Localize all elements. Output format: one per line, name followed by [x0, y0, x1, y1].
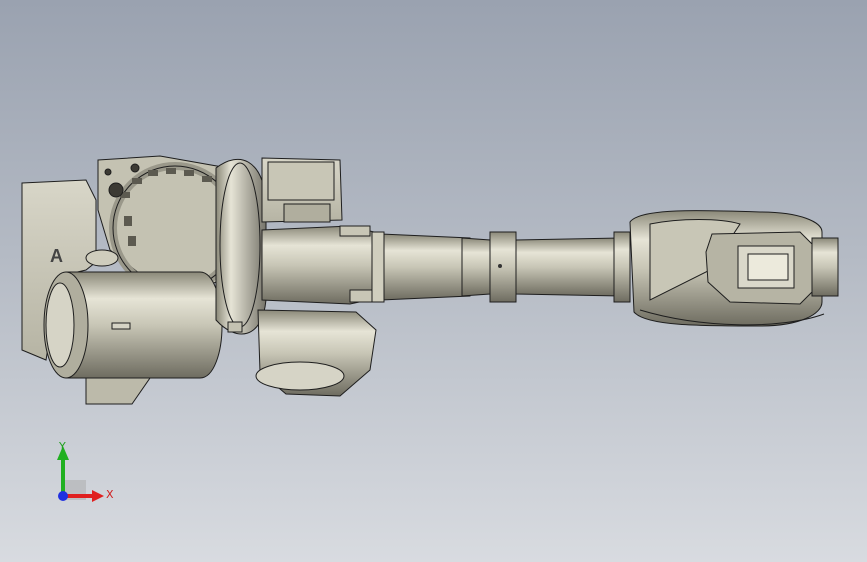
gearbox-top[interactable] — [261, 157, 343, 223]
upper-arm-shaft[interactable] — [261, 225, 631, 305]
graphics-viewport[interactable]: A Y X — [0, 0, 867, 562]
wrist-head[interactable] — [629, 210, 839, 327]
z-axis-dot — [58, 491, 68, 501]
motor-housing[interactable] — [43, 249, 223, 405]
x-axis-arrowhead — [92, 490, 104, 502]
base-lettering: A — [50, 246, 63, 266]
robot-arm-model[interactable]: A — [0, 0, 867, 562]
coordinate-triad: Y X — [57, 440, 114, 502]
x-axis-label: X — [106, 488, 114, 501]
shoulder-joint[interactable] — [215, 158, 267, 335]
y-axis-label: Y — [58, 440, 66, 453]
